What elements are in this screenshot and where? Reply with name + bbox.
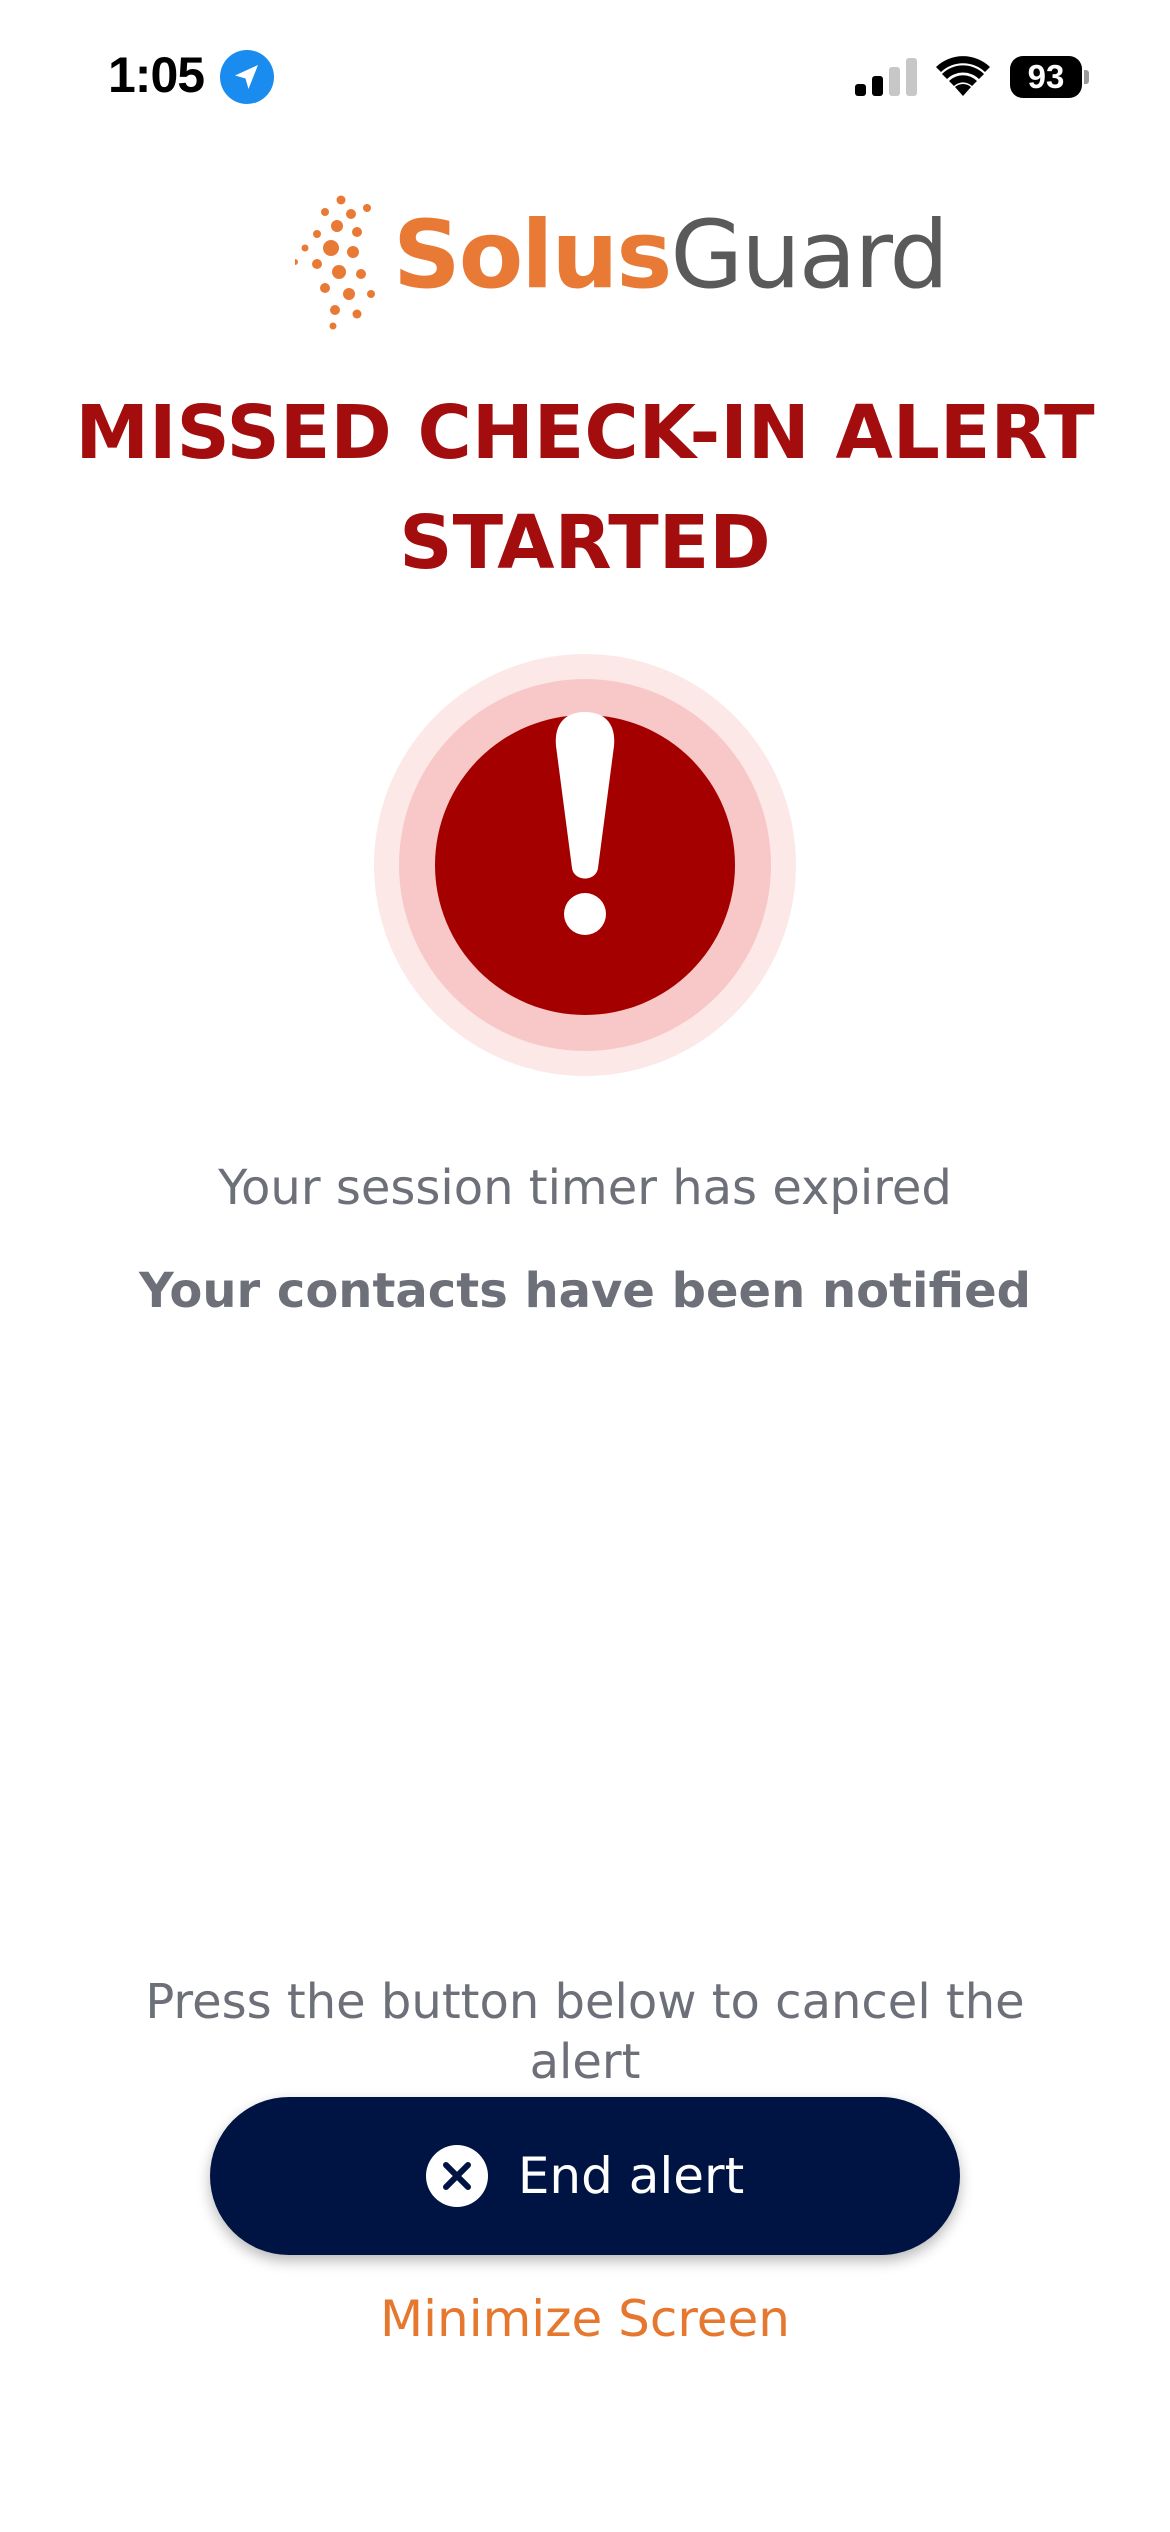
end-alert-button[interactable]: End alert [210,2097,960,2255]
location-arrow-icon [220,50,274,104]
logo-wordmark: SolusGuard [393,206,949,306]
minimize-screen-link[interactable]: Minimize Screen [0,2290,1170,2348]
status-bar: 1:05 93 [0,0,1170,150]
cancel-instruction-text: Press the button below to cancel the ale… [145,1974,1025,2090]
battery-icon: 93 [1010,56,1089,98]
exclamation-alert-icon [374,654,796,1076]
alert-title-line2: STARTED [399,500,771,586]
session-expired-message: Your session timer has expired [218,1160,952,1216]
end-alert-label: End alert [517,2147,745,2205]
logo-text-solus: Solus [393,201,672,310]
close-circle-icon [425,2145,488,2207]
solusguard-logo: SolusGuard [295,190,949,330]
battery-cap [1084,70,1089,84]
logo-text-guard: Guard [670,201,949,310]
status-time: 1:05 [108,47,205,103]
battery-level: 93 [1027,58,1065,95]
alert-title: MISSED CHECK-IN ALERT STARTED [60,378,1110,598]
contacts-notified-message: Your contacts have been notified [138,1263,1031,1319]
cellular-signal-icon [855,58,917,96]
alert-title-line1: MISSED CHECK-IN ALERT [75,390,1095,476]
wifi-icon [936,56,990,96]
dots-logo-icon [295,195,375,330]
